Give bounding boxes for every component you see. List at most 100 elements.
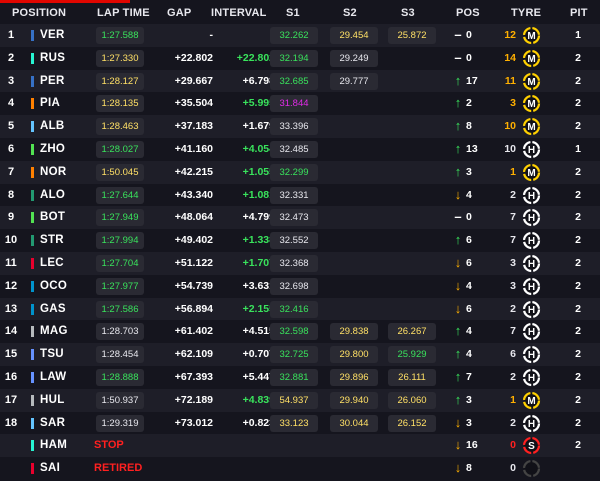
table-row[interactable]: 1 VER 1:27.588 - 32.262 29.454 25.872 –0 12 M 1 bbox=[0, 24, 600, 47]
header-pit: PIT bbox=[570, 7, 588, 19]
sector-s1-time: 32.416 bbox=[270, 300, 318, 318]
table-row[interactable]: 10 STR 1:27.994 +49.402 +1.338 32.552 ↑ 6 7 H 2 bbox=[0, 229, 600, 252]
table-row[interactable]: 8 ALO 1:27.644 +43.340 +1.081 32.331 ↓ 4 2 H 2 bbox=[0, 183, 600, 207]
interval-value bbox=[217, 434, 275, 457]
interval-value: +1.081 bbox=[242, 188, 275, 201]
gap-value: +48.064 bbox=[174, 211, 213, 224]
driver-code[interactable]: STR bbox=[40, 229, 80, 252]
positions-changed: 8 bbox=[466, 120, 472, 133]
driver-code[interactable]: OCO bbox=[40, 275, 80, 298]
position-number: 8 bbox=[7, 188, 15, 201]
driver-code[interactable]: NOR bbox=[40, 161, 80, 184]
sector-s2-cell: 29.777 bbox=[330, 70, 378, 93]
table-row[interactable]: 7 NOR 1:50.045 +42.215 +1.055 32.299 ↑ 3 1 M 2 bbox=[0, 160, 600, 184]
tyre-cell: H bbox=[522, 252, 542, 275]
lap-time: 1:28.888 bbox=[96, 368, 144, 386]
sector-s3-cell: 26.111 bbox=[388, 366, 436, 389]
driver-code[interactable]: LAW bbox=[40, 366, 80, 389]
table-row[interactable]: 13 GAS 1:27.586 +56.894 +2.155 32.416 ↓ 6 2 H 2 bbox=[0, 297, 600, 321]
interval-value: +1.338 bbox=[242, 234, 275, 247]
driver-code[interactable]: LEC bbox=[40, 252, 80, 275]
tyre-cell bbox=[522, 457, 542, 480]
tyre-compound-letter: H bbox=[528, 350, 535, 361]
lap-time-cell: 1:28.454 bbox=[96, 343, 144, 366]
arrow-down-icon: ↓ bbox=[454, 414, 462, 430]
tyre-compound-letter: H bbox=[528, 145, 535, 156]
sector-s1-time: 32.331 bbox=[270, 186, 318, 204]
tyre-compound-letter: M bbox=[527, 99, 535, 110]
pit-stops: 2 bbox=[575, 348, 581, 361]
table-row[interactable]: 3 PER 1:28.127 +29.667 +6.798 32.685 29.777 ↑ 17… bbox=[0, 69, 600, 93]
header-gap: GAP bbox=[167, 7, 192, 19]
tyre-none-icon bbox=[522, 460, 541, 478]
sector-s1-cell: 33.123 bbox=[270, 412, 318, 435]
table-row[interactable]: 14 MAG 1:28.703 +61.402 +4.515 32.598 29.838 26… bbox=[0, 320, 600, 344]
sector-s2-cell: 29.838 bbox=[330, 320, 378, 343]
tyre-cell: H bbox=[522, 275, 542, 298]
tyre-compound-letter: H bbox=[528, 259, 535, 270]
driver-code[interactable]: SAI bbox=[40, 457, 80, 480]
table-row[interactable]: 15 TSU 1:28.454 +62.109 +0.707 32.725 29.800 25… bbox=[0, 343, 600, 366]
driver-code[interactable]: SAR bbox=[40, 412, 80, 435]
table-row[interactable]: 9 BOT 1:27.949 +48.064 +4.799 32.473 –0 7 H 2 bbox=[0, 206, 600, 230]
sector-s3-cell bbox=[388, 298, 436, 321]
driver-code[interactable]: HAM bbox=[40, 434, 80, 457]
table-row[interactable]: HAM STOP ↓ 16 0 S 2 bbox=[0, 434, 600, 458]
team-color-bar bbox=[31, 52, 34, 64]
driver-code[interactable]: PIA bbox=[40, 92, 80, 115]
driver-code[interactable]: ALO bbox=[40, 184, 80, 207]
gap-value: +41.160 bbox=[174, 142, 213, 155]
driver-code[interactable]: PER bbox=[40, 70, 80, 93]
interval-value: +1.055 bbox=[242, 165, 275, 178]
positions-changed: 6 bbox=[466, 302, 472, 315]
sector-s3-cell: 26.152 bbox=[388, 412, 436, 435]
driver-code[interactable]: ALB bbox=[40, 115, 80, 138]
table-row[interactable]: 12 OCO 1:27.977 +54.739 +3.631 32.698 ↓ 4 3 H 2 bbox=[0, 274, 600, 298]
driver-code[interactable]: VER bbox=[40, 24, 80, 47]
tyre-cell: H bbox=[522, 298, 542, 321]
table-row[interactable]: 4 PIA 1:28.135 +35.504 +5.995 31.844 ↑ 2 3 M 2 bbox=[0, 92, 600, 116]
driver-code[interactable]: HUL bbox=[40, 389, 80, 412]
driver-code[interactable]: BOT bbox=[40, 206, 80, 229]
tyre-m-icon: M bbox=[522, 49, 541, 67]
gap-value: +67.393 bbox=[174, 370, 213, 383]
sector-s1-time: 32.881 bbox=[270, 368, 318, 386]
sector-s1-cell: 32.485 bbox=[270, 138, 318, 161]
tyre-cell: M bbox=[522, 24, 542, 47]
driver-code[interactable]: TSU bbox=[40, 343, 80, 366]
header-position: POSITION bbox=[12, 7, 67, 19]
team-color-bar bbox=[31, 349, 34, 361]
lap-time-cell: RETIRED bbox=[94, 457, 144, 480]
driver-code[interactable]: ZHO bbox=[40, 138, 80, 161]
pit-stops: 2 bbox=[575, 165, 581, 178]
table-row[interactable]: 16 LAW 1:28.888 +67.393 +5.447 32.881 29.896 26… bbox=[0, 365, 600, 389]
header-lap-time: LAP TIME bbox=[97, 7, 150, 19]
sector-s2-time: 29.777 bbox=[330, 72, 378, 90]
table-row[interactable]: 17 HUL 1:50.937 +72.189 +4.839 54.937 29.940 26… bbox=[0, 388, 600, 412]
pit-stops: 2 bbox=[575, 211, 581, 224]
table-row[interactable]: 5 ALB 1:28.463 +37.183 +1.679 33.396 ↑ 8 10 M 2 bbox=[0, 115, 600, 138]
gap-value: +61.402 bbox=[174, 325, 213, 338]
sector-s2-cell bbox=[330, 229, 378, 252]
pit-stops: 2 bbox=[575, 302, 581, 315]
table-row[interactable]: 2 RUS 1:27.330 +22.802 +22.802 32.194 29.249–0… bbox=[0, 46, 600, 70]
pit-stops: 2 bbox=[575, 393, 581, 406]
lap-time-cell: 1:28.127 bbox=[96, 70, 144, 93]
header-interval: INTERVAL bbox=[211, 7, 267, 19]
driver-code[interactable]: GAS bbox=[40, 298, 80, 321]
tyre-age: 7 bbox=[510, 325, 516, 338]
sector-s2-cell bbox=[330, 457, 378, 480]
position-number: 18 bbox=[4, 416, 18, 429]
driver-code[interactable]: MAG bbox=[40, 320, 80, 343]
table-row[interactable]: 18 SAR 1:29.319 +73.012 +0.823 33.123 30.044 26… bbox=[0, 411, 600, 435]
interval-value: +0.707 bbox=[242, 348, 275, 361]
interval-value: +22.802 bbox=[236, 51, 275, 64]
table-row[interactable]: 11 LEC 1:27.704 +51.122 +1.707 32.368 ↓ 6 3 H 2 bbox=[0, 251, 600, 275]
positions-changed: 0 bbox=[466, 29, 472, 41]
table-row[interactable]: SAI RETIRED ↓ 8 0 bbox=[0, 457, 600, 480]
table-row[interactable]: 6 ZHO 1:28.027 +41.160 +4.054 32.485 ↑ 13 10 H 1 bbox=[0, 137, 600, 161]
driver-code[interactable]: RUS bbox=[40, 47, 80, 70]
position-number: 1 bbox=[7, 29, 15, 41]
lap-time: 1:28.135 bbox=[96, 95, 144, 113]
lap-time: 1:27.586 bbox=[96, 300, 144, 318]
